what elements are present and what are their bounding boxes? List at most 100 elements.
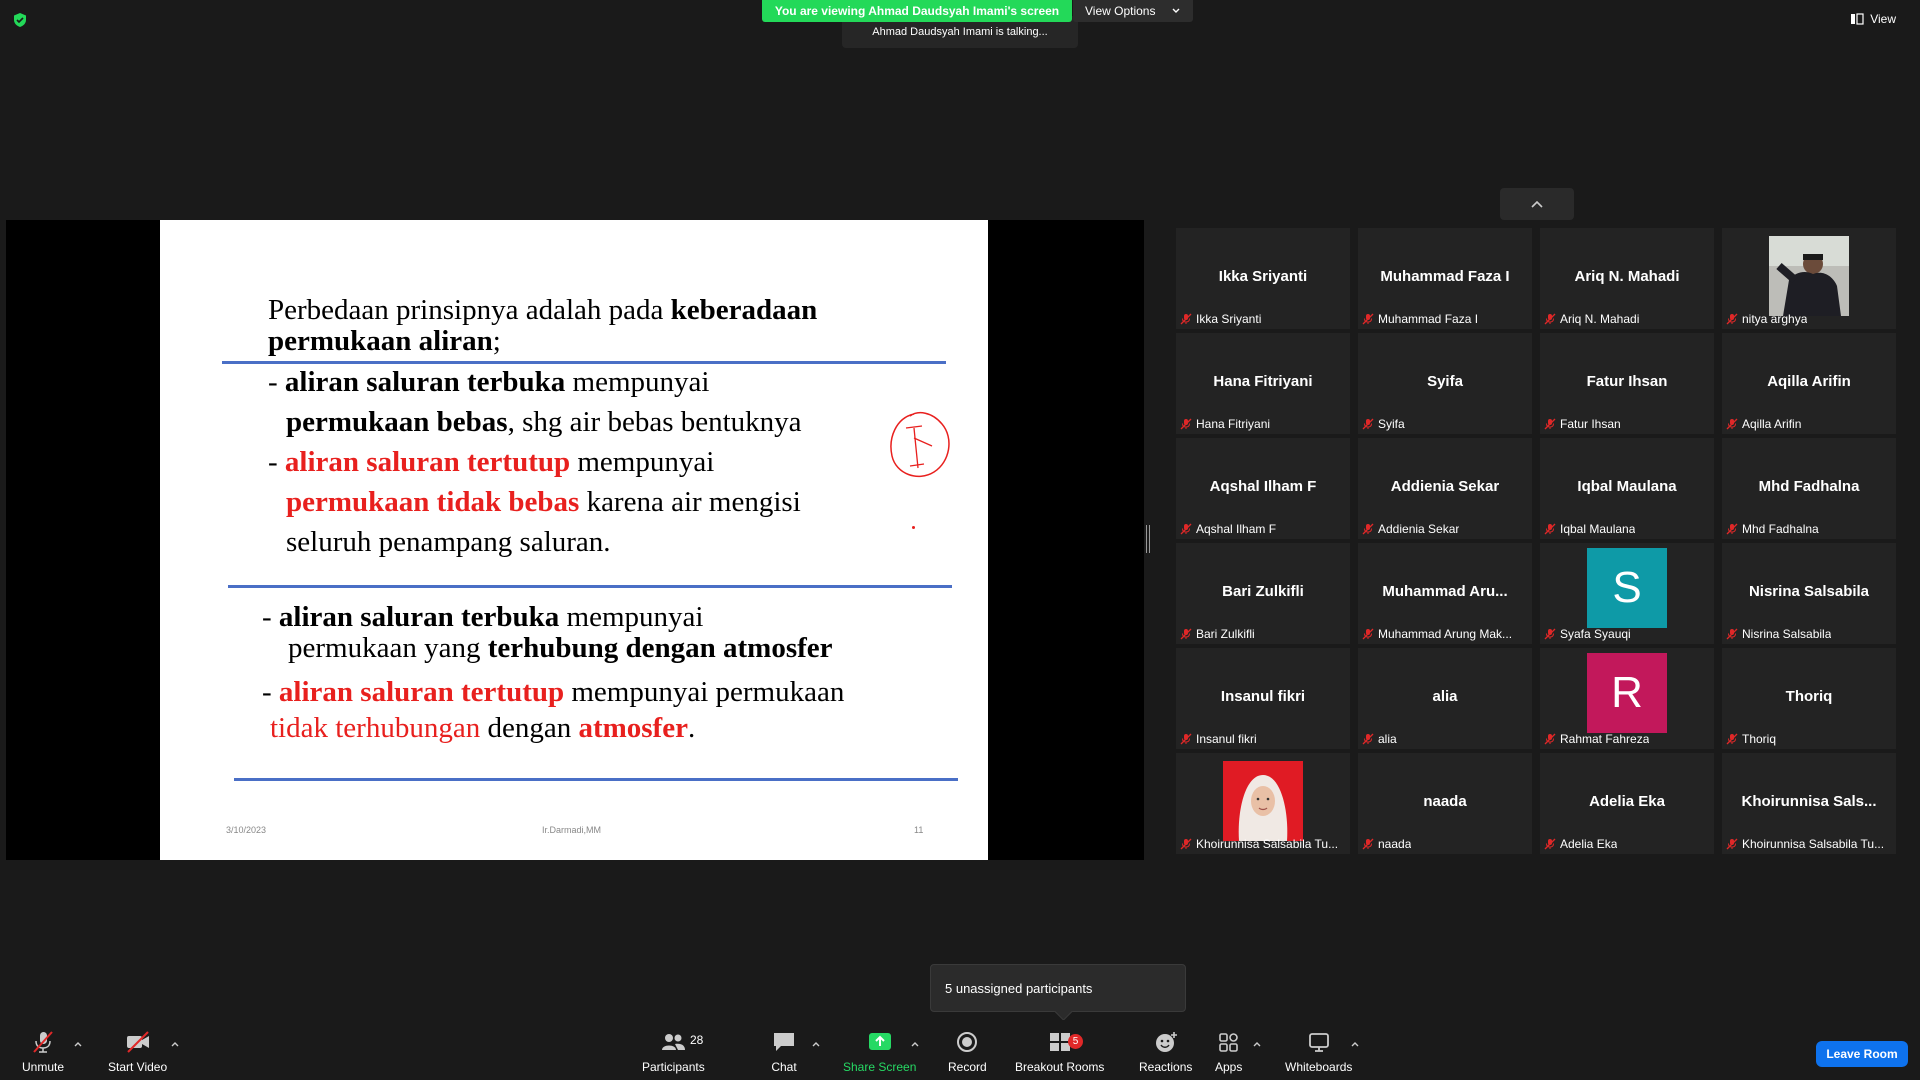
share-screen-button[interactable]: Share Screen [843,1030,916,1074]
participant-label-text: Iqbal Maulana [1560,522,1636,536]
slide-line: permukaan yang terhubung dengan atmosfer [288,632,833,664]
participant-tile[interactable]: Muhammad Faza I Muhammad Faza I [1358,228,1532,329]
participant-label-text: Thoriq [1742,732,1777,746]
participant-tile[interactable]: R Rahmat Fahreza [1540,648,1714,749]
participant-tile[interactable]: Addienia Sekar Addienia Sekar [1358,438,1532,539]
chat-button[interactable]: Chat [771,1030,797,1074]
participant-tile[interactable]: Aqilla Arifin Aqilla Arifin [1722,333,1896,434]
participant-tile[interactable]: Fatur Ihsan Fatur Ihsan [1540,333,1714,434]
participant-label-text: Nisrina Salsabila [1742,627,1832,641]
whiteboards-button[interactable]: Whiteboards [1285,1030,1352,1074]
participant-label-text: Adelia Eka [1560,837,1618,851]
participants-count: 28 [690,1033,704,1047]
participant-tile[interactable]: Ariq N. Mahadi Ariq N. Mahadi [1540,228,1714,329]
slide-line: permukaan tidak bebas karena air mengisi [286,486,801,518]
slide-line: - aliran saluran terbuka mempunyai [268,366,710,398]
participant-tile[interactable]: Thoriq Thoriq [1722,648,1896,749]
participant-name-label: Khoirunnisa Salsabila Tu... [1180,837,1338,851]
participant-name-label: nitya arghya [1726,312,1807,326]
participant-display-name: Muhammad Aru... [1382,583,1508,600]
slide-author: Ir.Darmadi,MM [542,825,602,835]
participant-tile[interactable]: Adelia Eka Adelia Eka [1540,753,1714,854]
microphone-muted-icon [33,1031,53,1053]
participant-video-photo [1223,761,1303,841]
breakout-rooms-label: Breakout Rooms [1015,1060,1105,1074]
participant-display-name: Adelia Eka [1589,793,1665,810]
participant-tile[interactable]: Hana Fitriyani Hana Fitriyani [1176,333,1350,434]
whiteboard-icon [1308,1033,1329,1052]
reactions-button[interactable]: Reactions [1139,1030,1192,1074]
participant-name-label: Iqbal Maulana [1544,522,1635,536]
apps-button[interactable]: Apps [1215,1030,1242,1074]
participant-tile[interactable]: Syifa Syifa [1358,333,1532,434]
view-options-button[interactable]: View Options [1073,0,1193,22]
microphone-muted-icon [1180,523,1192,535]
participant-tile[interactable]: Mhd Fadhalna Mhd Fadhalna [1722,438,1896,539]
participant-name-label: Thoriq [1726,732,1776,746]
chevron-up-icon [1531,200,1543,208]
microphone-muted-icon [1726,838,1738,850]
slide-date: 3/10/2023 [226,825,267,835]
participant-name-label: Rahmat Fahreza [1544,732,1649,746]
video-options-caret-icon[interactable] [170,1040,180,1048]
split-drag-handle[interactable] [1146,525,1150,553]
participant-tile[interactable]: nitya arghya [1722,228,1896,329]
share-screen-label: Share Screen [843,1060,917,1074]
participant-name-label: alia [1362,732,1397,746]
apps-options-caret-icon[interactable] [1252,1040,1262,1048]
slide-line: - aliran saluran terbuka mempunyai [262,601,704,633]
participant-tile[interactable]: S Syafa Syauqi [1540,543,1714,644]
participant-display-name: Addienia Sekar [1390,478,1500,495]
participant-display-name: Iqbal Maulana [1577,478,1677,495]
participant-tile[interactable]: Iqbal Maulana Iqbal Maulana [1540,438,1714,539]
microphone-muted-icon [1362,628,1374,640]
participant-tile[interactable]: Ikka Sriyanti Ikka Sriyanti [1176,228,1350,329]
participant-display-name: Insanul fikri [1220,688,1306,705]
participant-display-name: Mhd Fadhalna [1758,478,1860,495]
record-icon [957,1032,978,1052]
security-shield-icon[interactable] [12,12,28,28]
participant-label-text: Fatur Ihsan [1560,417,1621,431]
pen-annotation-drawing [890,411,950,477]
participant-label-text: Mhd Fadhalna [1742,522,1819,536]
participant-label-text: Addienia Sekar [1378,522,1460,536]
view-button[interactable]: View [1850,12,1896,26]
start-video-button[interactable]: Start Video [108,1030,167,1074]
view-options-label: View Options [1085,4,1156,18]
slide-rule [228,585,952,588]
participant-display-name: Hana Fitriyani [1213,373,1313,390]
record-button[interactable]: Record [948,1030,987,1074]
participant-tile[interactable]: Khoirunnisa Salsabila Tu... [1176,753,1350,854]
chat-options-caret-icon[interactable] [811,1040,821,1048]
gallery-page-up-button[interactable] [1500,188,1574,220]
participant-tile[interactable]: Bari Zulkifli Bari Zulkifli [1176,543,1350,644]
unmute-button[interactable]: Unmute [22,1030,64,1074]
pen-dot [912,526,915,529]
participant-tile[interactable]: Muhammad Aru... Muhammad Arung Mak... [1358,543,1532,644]
microphone-muted-icon [1726,733,1738,745]
chat-bubble-icon [774,1033,794,1051]
participant-avatar-initial: R [1587,653,1667,733]
breakout-rooms-button[interactable]: Breakout Rooms [1015,1030,1104,1074]
slide-rule [222,361,946,364]
apps-label: Apps [1215,1060,1243,1074]
participant-tile[interactable]: Khoirunnisa Sals... Khoirunnisa Salsabila… [1722,753,1896,854]
microphone-muted-icon [1362,733,1374,745]
whiteboards-options-caret-icon[interactable] [1350,1040,1360,1048]
slide-line: tidak terhubungan dengan atmosfer. [270,712,696,744]
participant-tile[interactable]: alia alia [1358,648,1532,749]
chevron-down-icon [1172,8,1180,13]
participant-tile[interactable]: Insanul fikri Insanul fikri [1176,648,1350,749]
participant-name-label: Hana Fitriyani [1180,417,1270,431]
participant-name-label: Syifa [1362,417,1405,431]
share-options-caret-icon[interactable] [910,1040,920,1048]
participant-label-text: Bari Zulkifli [1196,627,1255,641]
microphone-muted-icon [1726,523,1738,535]
participant-tile[interactable]: Aqshal Ilham F Aqshal Ilham F [1176,438,1350,539]
leave-room-button[interactable]: Leave Room [1816,1041,1908,1067]
participant-tile[interactable]: naada naada [1358,753,1532,854]
microphone-muted-icon [1544,313,1556,325]
audio-options-caret-icon[interactable] [73,1040,83,1048]
participant-tile[interactable]: Nisrina Salsabila Nisrina Salsabila [1722,543,1896,644]
participant-name-label: Adelia Eka [1544,837,1617,851]
